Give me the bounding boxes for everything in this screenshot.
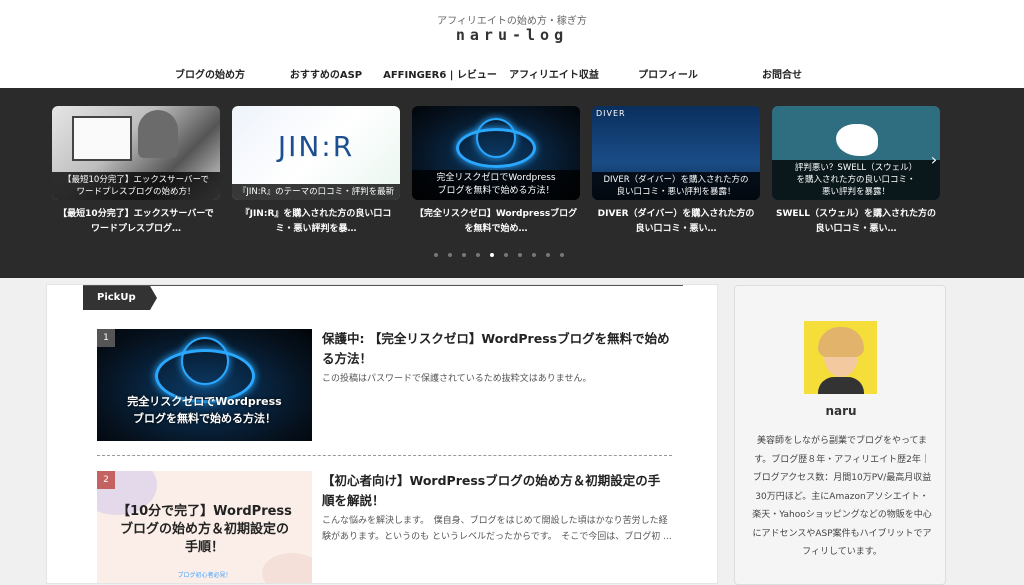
slide-thumbnail[interactable]: 完全リスクゼロでWordpress ブログを無料で始める方法！ [412, 106, 580, 200]
avatar [804, 321, 877, 394]
carousel-dot[interactable] [560, 253, 564, 257]
slide-thumbnail[interactable]: DIVER DIVER（ダイバー）を購入された方の 良い口コミ・悪い評判を暴露！ [592, 106, 760, 200]
slide-thumbnail-caption: 完全リスクゼロでWordpress ブログを無料で始める方法！ [412, 170, 580, 200]
carousel-slide[interactable]: 評判悪い？SWELL（スウェル） を購入された方の良い口コミ・ 悪い評判を暴露！… [772, 106, 940, 237]
post-title[interactable]: 【初心者向け】WordPressブログの始め方＆初期設定の手順を解説！ [322, 471, 672, 511]
slide-thumbnail-caption: 評判悪い？SWELL（スウェル） を購入された方の良い口コミ・ 悪い評判を暴露！ [772, 160, 940, 200]
nav-item-blog-start[interactable]: ブログの始め方 [175, 66, 245, 81]
carousel-slide[interactable]: 完全リスクゼロでWordpress ブログを無料で始める方法！ 【完全リスクゼロ… [412, 106, 580, 237]
slide-title[interactable]: 『JIN:R』を購入された方の良い口コ ミ・悪い評判を暴… [232, 207, 400, 237]
post-thumbnail-tag: ブログ初心者必見！ [177, 572, 232, 579]
site-header: アフィリエイトの始め方・稼ぎ方 naru-log ブログの始め方 おすすめのAS… [0, 0, 1024, 88]
carousel-dot[interactable] [448, 253, 452, 257]
carousel-slide[interactable]: JIN:R 『JIN:R』のテーマの口コミ・評判を最新 『JIN:R』を購入され… [232, 106, 400, 237]
carousel-dot[interactable] [518, 253, 522, 257]
slide-thumbnail[interactable]: 評判悪い？SWELL（スウェル） を購入された方の良い口コミ・ 悪い評判を暴露！ [772, 106, 940, 200]
nav-item-profile[interactable]: プロフィール [638, 66, 698, 81]
featured-carousel: 【最短10分完了】エックスサーバーで ワードプレスブログの始め方！ 【最短10分… [0, 88, 1024, 278]
person-image [138, 110, 178, 158]
carousel-dot[interactable] [476, 253, 480, 257]
slide-title[interactable]: 【完全リスクゼロ】Wordpressブログ を無料で始め… [412, 207, 580, 237]
carousel-dot[interactable] [434, 253, 438, 257]
post-divider [97, 455, 672, 456]
carousel-dot[interactable] [490, 253, 494, 257]
post-thumbnail[interactable]: 1 完全リスクゼロでWordpress ブログを無料で始める方法！ [97, 329, 312, 441]
jinr-logo: JIN:R [277, 130, 355, 163]
post-excerpt: この投稿はパスワードで保護されているため抜粋文はありません。 [322, 374, 592, 384]
carousel-dot[interactable] [546, 253, 550, 257]
pickup-section: PickUp 1 完全リスクゼロでWordpress ブログを無料で始める方法！… [46, 284, 718, 584]
author-bio: 美容師をしながら副業でブログをやってます。ブログ歴８年・アフィリエイト歴2年｜ブ… [752, 436, 932, 557]
swell-logo-image [836, 124, 878, 156]
carousel-slide[interactable]: DIVER DIVER（ダイバー）を購入された方の 良い口コミ・悪い評判を暴露！… [592, 106, 760, 237]
rank-badge: 1 [97, 329, 115, 347]
nav-item-affinger[interactable]: AFFINGER6 | レビュー [383, 66, 497, 81]
diver-logo: DIVER [596, 109, 626, 118]
wordpress-logo-image [181, 337, 229, 385]
slide-thumbnail-caption: 【最短10分完了】エックスサーバーで ワードプレスブログの始め方！ [52, 172, 220, 200]
rank-badge: 2 [97, 471, 115, 489]
slide-title[interactable]: SWELL（スウェル）を購入された方の 良い口コミ・悪い… [772, 207, 940, 237]
slide-thumbnail-caption: 『JIN:R』のテーマの口コミ・評判を最新 [232, 184, 400, 200]
post-thumbnail[interactable]: 2 【10分で完了】WordPress ブログの始め方＆初期設定の 手順！ ブロ… [97, 471, 312, 583]
post-title[interactable]: 保護中: 【完全リスクゼロ】WordPressブログを無料で始める方法！ [322, 329, 672, 369]
post-excerpt: こんな悩みを解決します。 僕自身、ブログをはじめて開設した頃はかなり苦労した経験… [322, 516, 672, 542]
nav-item-affiliate[interactable]: アフィリエイト収益 [509, 66, 599, 81]
slide-title[interactable]: DIVER（ダイバー）を購入された方の 良い口コミ・悪い… [592, 207, 760, 237]
nav-item-asp[interactable]: おすすめのASP [290, 66, 362, 81]
pickup-label: PickUp [83, 286, 157, 310]
carousel-dots [0, 253, 1024, 261]
nav-item-contact[interactable]: お問合せ [762, 66, 802, 81]
profile-widget: naru 美容師をしながら副業でブログをやってます。ブログ歴８年・アフィリエイト… [734, 285, 946, 585]
author-name: naru [825, 404, 857, 418]
monitor-image [72, 116, 132, 161]
site-tagline: アフィリエイトの始め方・稼ぎ方 [437, 16, 587, 27]
carousel-slide[interactable]: 【最短10分完了】エックスサーバーで ワードプレスブログの始め方！ 【最短10分… [52, 106, 220, 237]
pickup-header: PickUp [83, 285, 683, 310]
site-logo[interactable]: naru-log [0, 26, 1024, 44]
wordpress-logo-image [476, 118, 516, 158]
avatar-hair [818, 327, 864, 357]
slide-thumbnail[interactable]: JIN:R 『JIN:R』のテーマの口コミ・評判を最新 [232, 106, 400, 200]
post-thumbnail-caption: 完全リスクゼロでWordpress ブログを無料で始める方法！ [127, 395, 282, 425]
carousel-next-arrow-icon[interactable]: › [928, 148, 940, 172]
global-nav: ブログの始め方 おすすめのASP AFFINGER6 | レビュー アフィリエイ… [0, 66, 1024, 81]
carousel-dot[interactable] [462, 253, 466, 257]
slide-title[interactable]: 【最短10分完了】エックスサーバーで ワードプレスブログ… [52, 207, 220, 237]
post-thumbnail-caption: 【10分で完了】WordPress ブログの始め方＆初期設定の 手順！ [117, 504, 292, 555]
slide-thumbnail-caption: DIVER（ダイバー）を購入された方の 良い口コミ・悪い評判を暴露！ [592, 172, 760, 200]
avatar-body [818, 377, 864, 394]
carousel-dot[interactable] [532, 253, 536, 257]
slide-thumbnail[interactable]: 【最短10分完了】エックスサーバーで ワードプレスブログの始め方！ [52, 106, 220, 200]
carousel-dot[interactable] [504, 253, 508, 257]
